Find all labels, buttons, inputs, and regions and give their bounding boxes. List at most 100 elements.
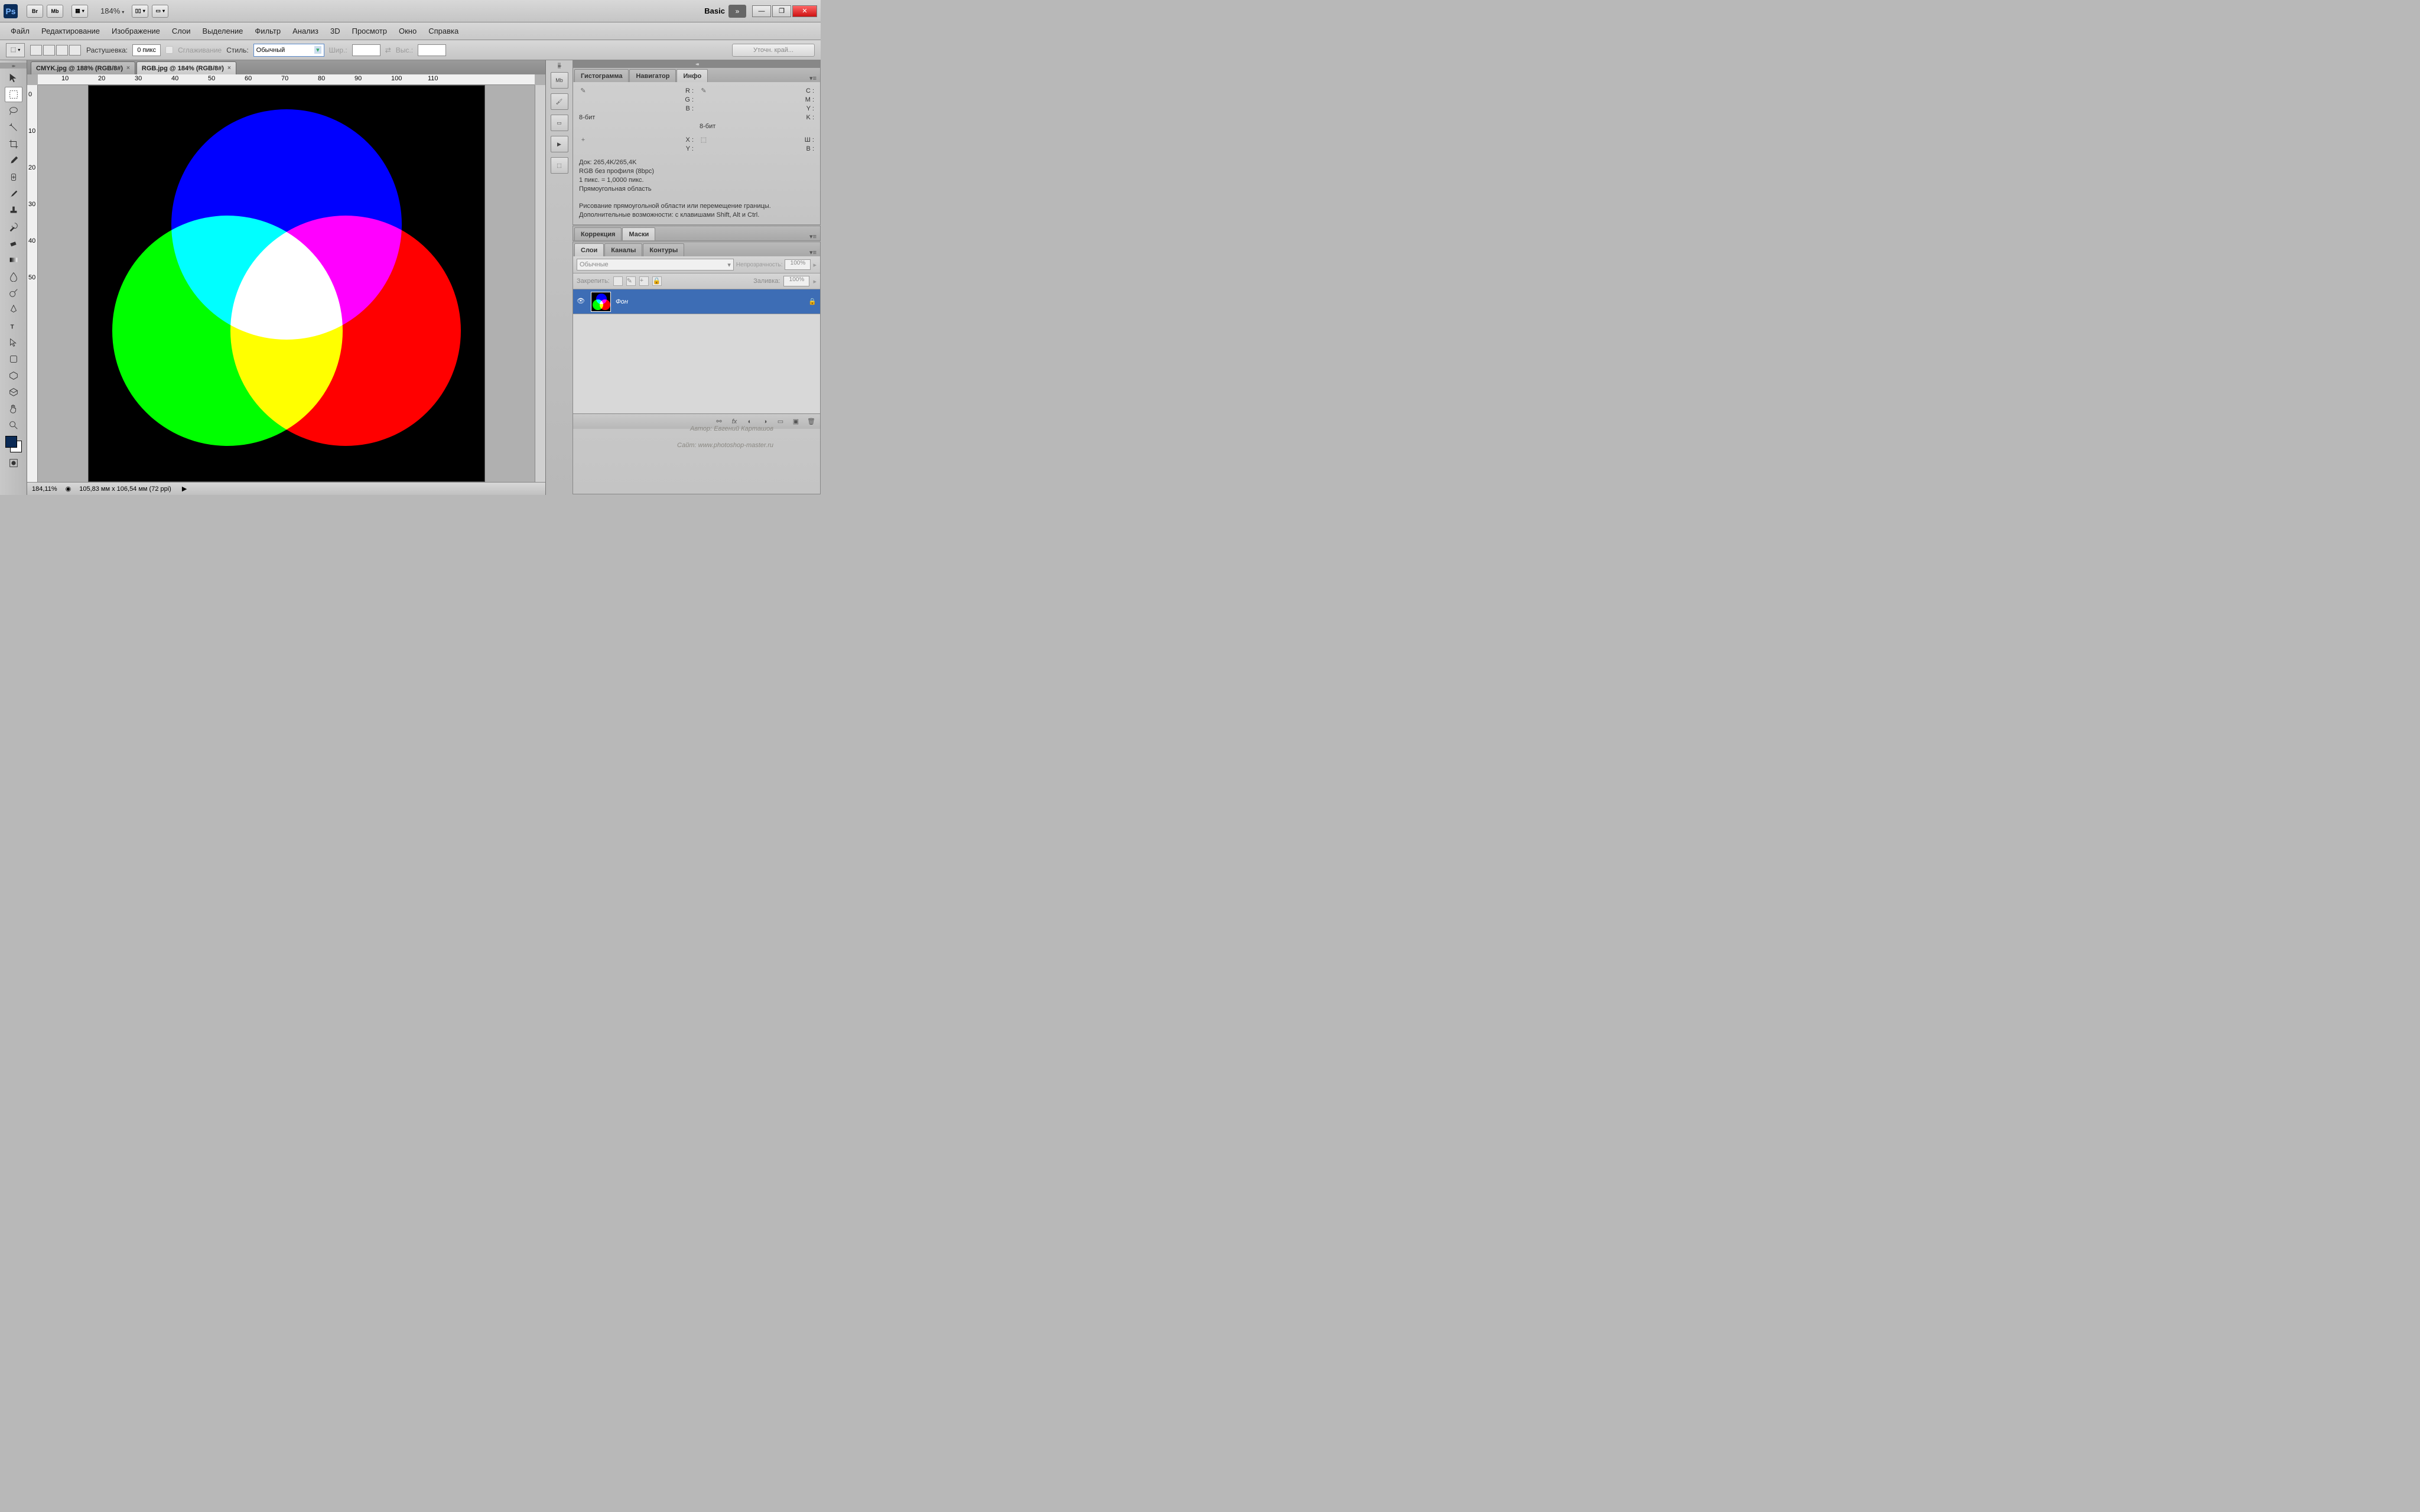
minimize-button[interactable]: — xyxy=(752,5,771,17)
stamp-tool[interactable] xyxy=(5,203,22,218)
minibridge-button[interactable]: Mb xyxy=(47,5,63,18)
panels-grip[interactable] xyxy=(573,60,821,67)
selection-intersect-icon[interactable] xyxy=(69,45,81,56)
menu-file[interactable]: Файл xyxy=(5,24,35,38)
view-extras-button[interactable]: ▦ xyxy=(71,5,88,18)
tab-close-icon[interactable]: × xyxy=(126,65,130,71)
status-proof-icon[interactable]: ◉ xyxy=(66,485,71,493)
minibridge-dock-icon[interactable]: Mb xyxy=(551,72,568,89)
document-tab[interactable]: CMYK.jpg @ 188% (RGB/8#)× xyxy=(31,61,135,74)
menu-image[interactable]: Изображение xyxy=(106,24,166,38)
toolpresets-dock-icon[interactable]: ⬚ xyxy=(551,157,568,174)
hand-tool[interactable] xyxy=(5,401,22,416)
path-select-tool[interactable] xyxy=(5,335,22,350)
selection-add-icon[interactable] xyxy=(43,45,55,56)
tool-preset-picker[interactable]: ⬚ xyxy=(6,43,25,57)
screen-mode-button[interactable]: ▭ xyxy=(152,5,168,18)
panel-menu-icon[interactable]: ▾≡ xyxy=(806,74,820,82)
maximize-button[interactable]: ❐ xyxy=(772,5,791,17)
panel-menu-icon[interactable]: ▾≡ xyxy=(806,249,820,256)
menu-window[interactable]: Окно xyxy=(393,24,422,38)
menu-3d[interactable]: 3D xyxy=(324,24,346,38)
ruler-horizontal[interactable]: 1020 3040 5060 7080 90100 110 xyxy=(38,74,535,85)
workspace-switcher[interactable]: » xyxy=(728,5,746,18)
close-button[interactable]: ✕ xyxy=(792,5,817,17)
layer-name[interactable]: Фон xyxy=(616,298,628,305)
zoom-level-display[interactable]: 184% xyxy=(100,6,124,15)
eraser-tool[interactable] xyxy=(5,236,22,251)
type-tool[interactable]: T xyxy=(5,318,22,334)
link-layers-icon[interactable]: ⚯ xyxy=(714,417,724,426)
lock-position-icon[interactable]: + xyxy=(639,276,649,286)
clone-dock-icon[interactable]: ▭ xyxy=(551,115,568,131)
layer-row[interactable]: 👁 Фон 🔒 xyxy=(573,289,820,314)
wand-tool[interactable] xyxy=(5,120,22,135)
heal-tool[interactable] xyxy=(5,170,22,185)
blur-tool[interactable] xyxy=(5,269,22,284)
menu-help[interactable]: Справка xyxy=(422,24,464,38)
selection-subtract-icon[interactable] xyxy=(56,45,68,56)
tab-info[interactable]: Инфо xyxy=(676,69,708,82)
adjustment-layer-icon[interactable]: ◑ xyxy=(760,417,770,426)
menu-analysis[interactable]: Анализ xyxy=(287,24,324,38)
scrollbar-vertical[interactable] xyxy=(535,85,545,482)
delete-layer-icon[interactable]: 🗑 xyxy=(806,417,817,426)
tab-adjustments[interactable]: Коррекция xyxy=(574,227,622,240)
3d-camera-tool[interactable] xyxy=(5,384,22,400)
tab-channels[interactable]: Каналы xyxy=(604,243,642,256)
layer-thumbnail[interactable] xyxy=(591,292,611,312)
zoom-tool[interactable] xyxy=(5,418,22,433)
document-tab[interactable]: RGB.jpg @ 184% (RGB/8#)× xyxy=(136,61,236,74)
tab-histogram[interactable]: Гистограмма xyxy=(574,69,629,82)
workspace-label[interactable]: Basic xyxy=(704,6,725,15)
refine-edge-button[interactable]: Уточн. край... xyxy=(732,44,815,57)
status-doc-dims[interactable]: 105,83 мм x 106,54 мм (72 ppi) xyxy=(79,485,171,493)
menu-edit[interactable]: Редактирование xyxy=(35,24,106,38)
marquee-tool[interactable] xyxy=(5,87,22,102)
layer-group-icon[interactable]: ▭ xyxy=(775,417,786,426)
new-layer-icon[interactable]: ▣ xyxy=(791,417,801,426)
status-menu-arrow[interactable]: ▶ xyxy=(182,485,187,493)
lock-all-icon[interactable]: 🔒 xyxy=(652,276,662,286)
menu-layer[interactable]: Слои xyxy=(166,24,197,38)
quick-mask-toggle[interactable] xyxy=(5,455,22,471)
dock-grip[interactable] xyxy=(558,63,560,69)
actions-dock-icon[interactable]: ▶ xyxy=(551,136,568,152)
tab-layers[interactable]: Слои xyxy=(574,243,604,256)
move-tool[interactable] xyxy=(5,70,22,86)
tab-paths[interactable]: Контуры xyxy=(643,243,684,256)
selection-new-icon[interactable] xyxy=(30,45,42,56)
canvas-viewport[interactable] xyxy=(38,85,535,482)
toolbox-grip[interactable] xyxy=(0,63,27,69)
ruler-vertical[interactable]: 010 2030 4050 xyxy=(27,85,38,482)
3d-tool[interactable] xyxy=(5,368,22,383)
pen-tool[interactable] xyxy=(5,302,22,317)
color-swatches[interactable] xyxy=(5,436,22,452)
tab-close-icon[interactable]: × xyxy=(227,65,231,71)
shape-tool[interactable] xyxy=(5,351,22,367)
menu-filter[interactable]: Фильтр xyxy=(249,24,287,38)
canvas[interactable] xyxy=(89,86,484,481)
layer-mask-icon[interactable]: ◐ xyxy=(744,417,755,426)
panel-menu-icon[interactable]: ▾≡ xyxy=(806,233,820,240)
gradient-tool[interactable] xyxy=(5,252,22,268)
eyedropper-tool[interactable] xyxy=(5,153,22,168)
history-brush-tool[interactable] xyxy=(5,219,22,234)
arrange-button[interactable]: ▯▯ xyxy=(132,5,148,18)
layer-list[interactable]: 👁 Фон 🔒 xyxy=(573,289,820,413)
menu-select[interactable]: Выделение xyxy=(197,24,249,38)
lock-transparency-icon[interactable] xyxy=(613,276,623,286)
foreground-color-swatch[interactable] xyxy=(5,436,17,448)
crop-tool[interactable] xyxy=(5,136,22,152)
menu-view[interactable]: Просмотр xyxy=(346,24,393,38)
status-zoom[interactable]: 184,11% xyxy=(32,485,57,493)
brush-dock-icon[interactable]: 🖌 xyxy=(551,93,568,110)
bridge-button[interactable]: Br xyxy=(27,5,43,18)
dodge-tool[interactable] xyxy=(5,285,22,301)
style-select[interactable]: Обычный xyxy=(253,44,324,57)
lock-pixels-icon[interactable]: ✎ xyxy=(626,276,636,286)
layer-fx-icon[interactable]: fx xyxy=(729,417,740,426)
lasso-tool[interactable] xyxy=(5,103,22,119)
visibility-icon[interactable]: 👁 xyxy=(577,297,586,307)
tab-masks[interactable]: Маски xyxy=(622,227,655,240)
